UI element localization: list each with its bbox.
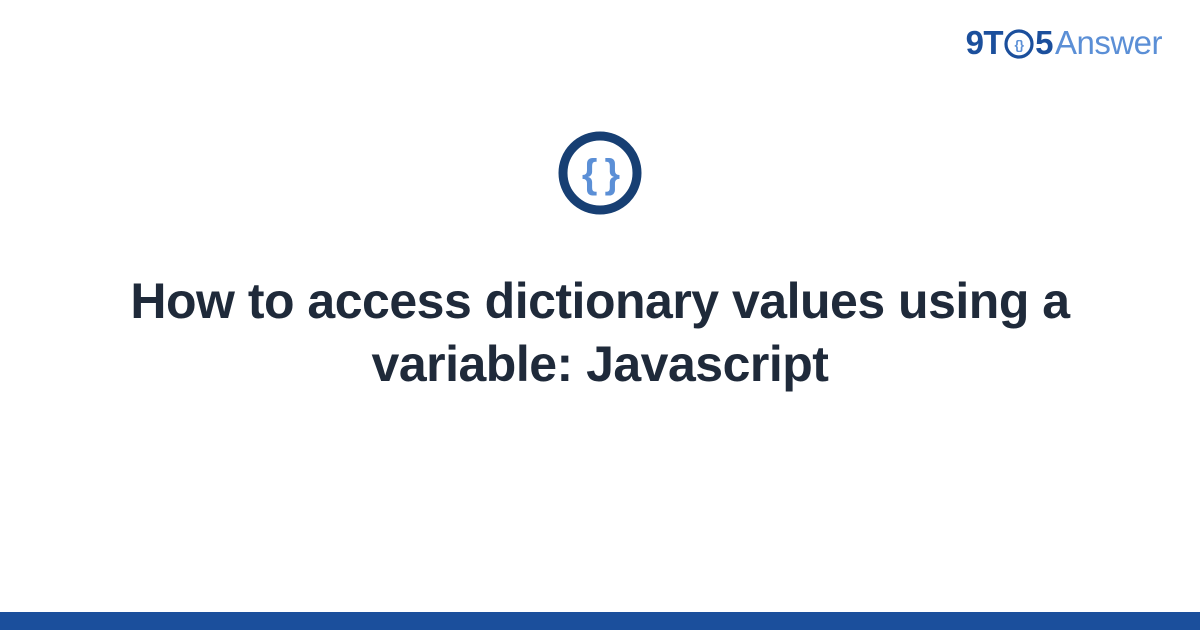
brand-logo-o-icon: {}: [1004, 29, 1034, 59]
brand-logo-part3: Answer: [1055, 24, 1162, 62]
footer-accent-bar: [0, 612, 1200, 630]
main-content: { } How to access dictionary values usin…: [0, 130, 1200, 395]
svg-text:{ }: { }: [582, 152, 620, 196]
page-title: How to access dictionary values using a …: [110, 270, 1090, 395]
brand-logo: 9T {} 5 Answer: [966, 24, 1162, 62]
brand-logo-part1: 9T: [966, 24, 1004, 62]
brand-logo-part2: 5: [1035, 24, 1053, 62]
code-braces-icon: { }: [557, 130, 643, 216]
svg-text:{}: {}: [1015, 38, 1025, 53]
